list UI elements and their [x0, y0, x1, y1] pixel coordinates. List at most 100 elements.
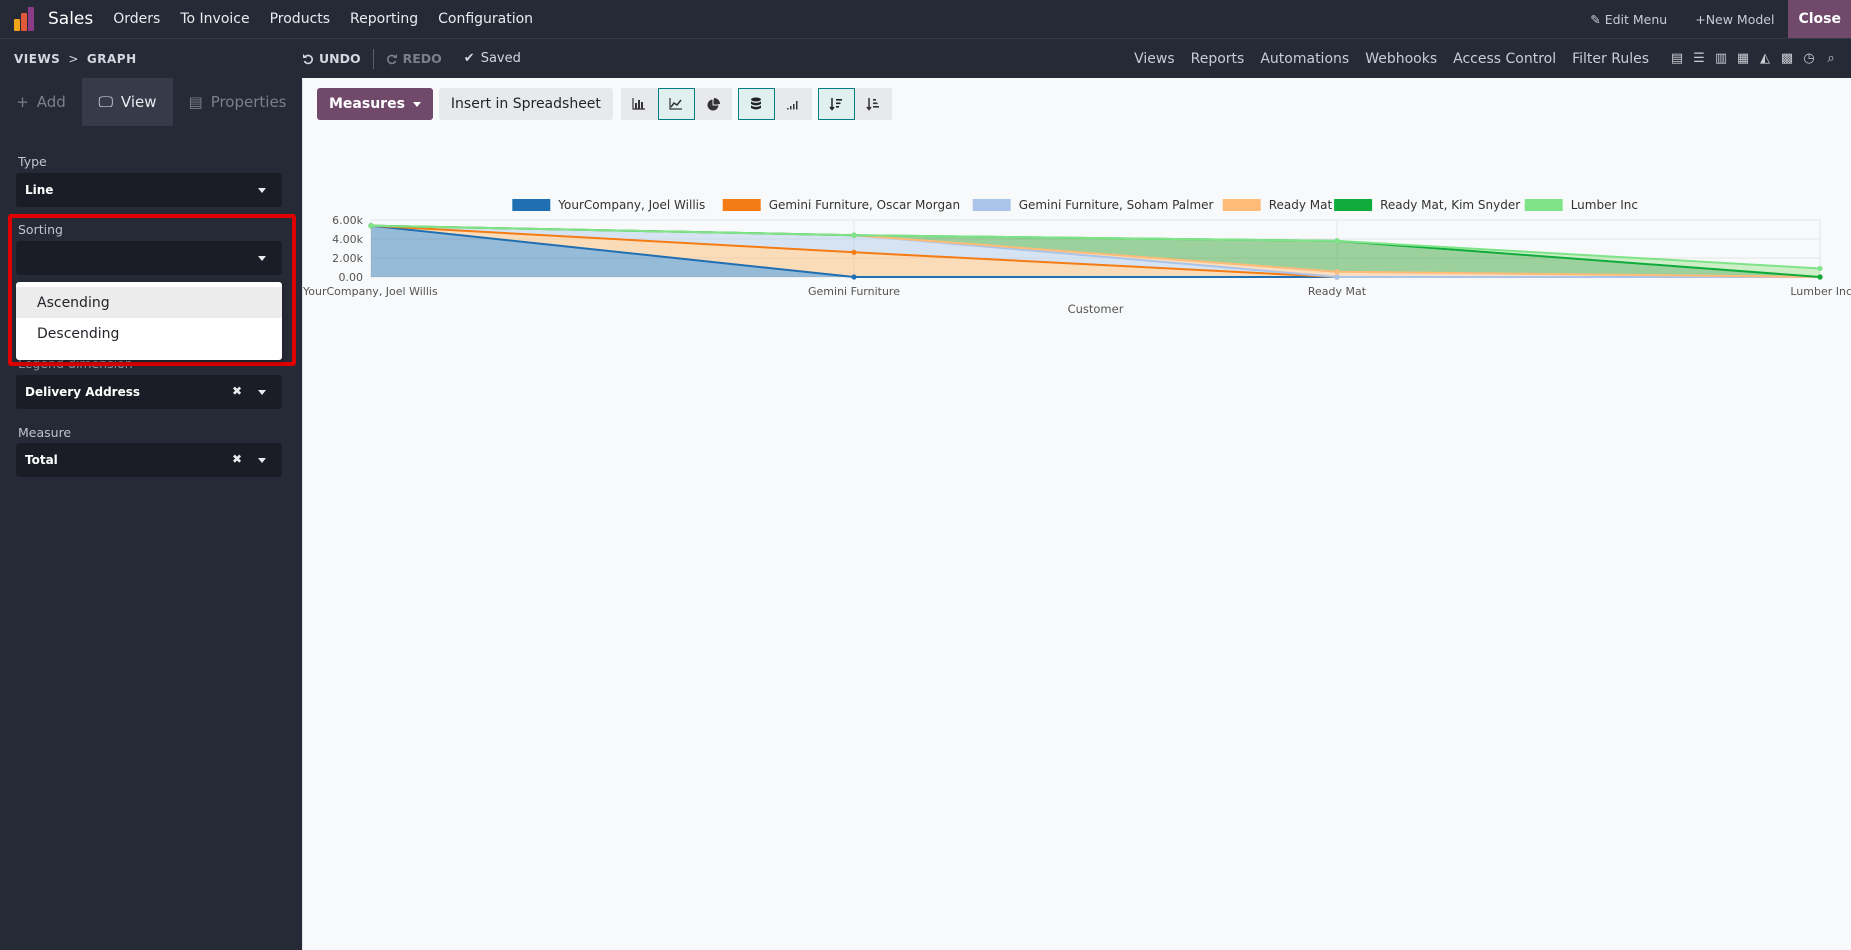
insert-spreadsheet-button[interactable]: Insert in Spreadsheet: [438, 88, 613, 120]
undo-icon: [303, 53, 313, 64]
studio-toolbar: VIEWS > GRAPH UNDO REDO ✔ Saved Views Repo…: [0, 38, 1851, 78]
measures-button[interactable]: Measures: [317, 88, 433, 120]
bar-chart-button[interactable]: [620, 88, 658, 120]
type-select[interactable]: Line: [16, 173, 282, 207]
cumulative-button[interactable]: [774, 88, 812, 120]
x-tick-label: Gemini Furniture: [808, 285, 900, 298]
data-point: [851, 232, 857, 238]
caret-down-icon: [258, 458, 266, 463]
monitor-icon: 🖵: [98, 93, 113, 111]
menu-to-invoice[interactable]: To Invoice: [170, 11, 259, 27]
form-view-icon[interactable]: ▤: [1669, 51, 1685, 66]
clear-icon[interactable]: ✖: [232, 452, 242, 466]
x-axis-title: Customer: [1068, 302, 1124, 316]
legend-label[interactable]: Gemini Furniture, Soham Palmer: [1019, 198, 1214, 212]
chart-type-group: [620, 88, 732, 120]
filter-rules-link[interactable]: Filter Rules: [1564, 51, 1657, 67]
tab-view[interactable]: 🖵 View: [82, 78, 173, 126]
y-tick-label: 2.00k: [332, 252, 363, 265]
legend-swatch[interactable]: [722, 199, 761, 211]
menu-products[interactable]: Products: [260, 11, 340, 27]
database-stack-icon: [751, 97, 762, 110]
tab-properties-label: Properties: [210, 93, 287, 111]
redo-label: REDO: [402, 51, 442, 66]
views-link[interactable]: Views: [1126, 51, 1183, 67]
automations-link[interactable]: Automations: [1252, 51, 1357, 67]
data-point: [1334, 274, 1340, 280]
data-point: [1817, 274, 1823, 280]
sort-descending-icon: [829, 98, 843, 111]
sort-ascending-button[interactable]: [854, 88, 892, 120]
clear-icon[interactable]: ✖: [232, 384, 242, 398]
breadcrumb-views[interactable]: VIEWS: [14, 52, 60, 66]
search-view-icon[interactable]: ⌕: [1823, 51, 1839, 66]
pivot-view-icon[interactable]: ▩: [1779, 51, 1795, 66]
pie-chart-icon: [707, 97, 720, 110]
chart-legend: YourCompany, Joel Willis Gemini Furniture…: [512, 198, 1638, 212]
sort-descending-button[interactable]: [817, 88, 855, 120]
legend-swatch[interactable]: [1524, 199, 1563, 211]
data-point: [851, 249, 857, 255]
access-control-link[interactable]: Access Control: [1445, 51, 1564, 67]
breadcrumb-graph: GRAPH: [86, 51, 137, 66]
menu-configuration[interactable]: Configuration: [428, 11, 543, 27]
sort-order-group: [817, 88, 892, 120]
legend-swatch[interactable]: [1222, 199, 1261, 211]
caret-down-icon: [258, 188, 266, 193]
y-tick-label: 6.00k: [332, 214, 363, 227]
x-tick-label: Lumber Inc: [1790, 285, 1851, 298]
legend-label[interactable]: Lumber Inc: [1571, 198, 1638, 212]
tab-properties[interactable]: ▤ Properties: [173, 78, 302, 126]
option-ascending[interactable]: Ascending: [16, 287, 282, 318]
tab-add[interactable]: + Add: [0, 78, 82, 126]
x-tick-label: Ready Mat: [1308, 285, 1367, 298]
measure-select[interactable]: Total ✖: [16, 443, 282, 477]
graph-view-icon[interactable]: ◭: [1757, 51, 1773, 66]
app-name[interactable]: Sales: [48, 9, 93, 29]
studio-sidebar: + Add 🖵 View ▤ Properties Type Line Sorting…: [0, 78, 302, 950]
pie-chart-button[interactable]: [694, 88, 732, 120]
stacked-button[interactable]: [737, 88, 775, 120]
menu-reporting[interactable]: Reporting: [340, 11, 428, 27]
new-model-link[interactable]: +New Model: [1681, 12, 1788, 27]
legend-label[interactable]: Ready Mat: [1269, 198, 1333, 212]
data-point: [1817, 265, 1823, 272]
legend-swatch[interactable]: [512, 199, 551, 211]
data-point: [851, 274, 857, 280]
webhooks-link[interactable]: Webhooks: [1357, 51, 1445, 67]
list-view-icon[interactable]: ☰: [1691, 51, 1707, 66]
kanban-view-icon[interactable]: ▥: [1713, 51, 1729, 66]
sort-ascending-icon: [866, 98, 880, 111]
activity-view-icon[interactable]: ◷: [1801, 51, 1817, 66]
sales-app-logo-icon[interactable]: [14, 7, 38, 31]
undo-label: UNDO: [319, 51, 361, 66]
option-descending[interactable]: Descending: [16, 318, 282, 349]
edit-menu-link[interactable]: ✎ Edit Menu: [1576, 12, 1681, 27]
legend-label[interactable]: YourCompany, Joel Willis: [557, 198, 705, 212]
caret-down-icon: [412, 101, 421, 107]
legend-label[interactable]: Gemini Furniture, Oscar Morgan: [769, 198, 960, 212]
check-icon: ✔: [463, 51, 475, 66]
plus-icon: +: [1695, 11, 1706, 27]
line-chart-icon: [669, 98, 683, 110]
legend-dimension-select[interactable]: Delivery Address ✖: [16, 375, 282, 409]
pencil-icon: ✎: [1590, 11, 1601, 27]
caret-down-icon: [258, 390, 266, 395]
tab-view-label: View: [120, 93, 157, 111]
view-type-switcher: ▤ ☰ ▥ ▦ ◭ ▩ ◷ ⌕: [1669, 51, 1839, 66]
redo-button[interactable]: REDO: [386, 51, 442, 66]
calendar-view-icon[interactable]: ▦: [1735, 51, 1751, 66]
toolbar-divider: [372, 48, 374, 69]
legend-swatch[interactable]: [1334, 199, 1373, 211]
undo-button[interactable]: UNDO: [302, 51, 361, 66]
legend-swatch[interactable]: [972, 199, 1011, 211]
type-value: Line: [25, 183, 54, 197]
menu-orders[interactable]: Orders: [103, 11, 170, 27]
legend-label[interactable]: Ready Mat, Kim Snyder: [1380, 198, 1520, 212]
data-point: [368, 223, 374, 229]
tab-add-label: Add: [36, 93, 66, 111]
reports-link[interactable]: Reports: [1183, 51, 1253, 67]
line-chart-button[interactable]: [657, 88, 695, 120]
redo-icon: [386, 53, 397, 64]
close-button[interactable]: Close: [1788, 0, 1851, 38]
